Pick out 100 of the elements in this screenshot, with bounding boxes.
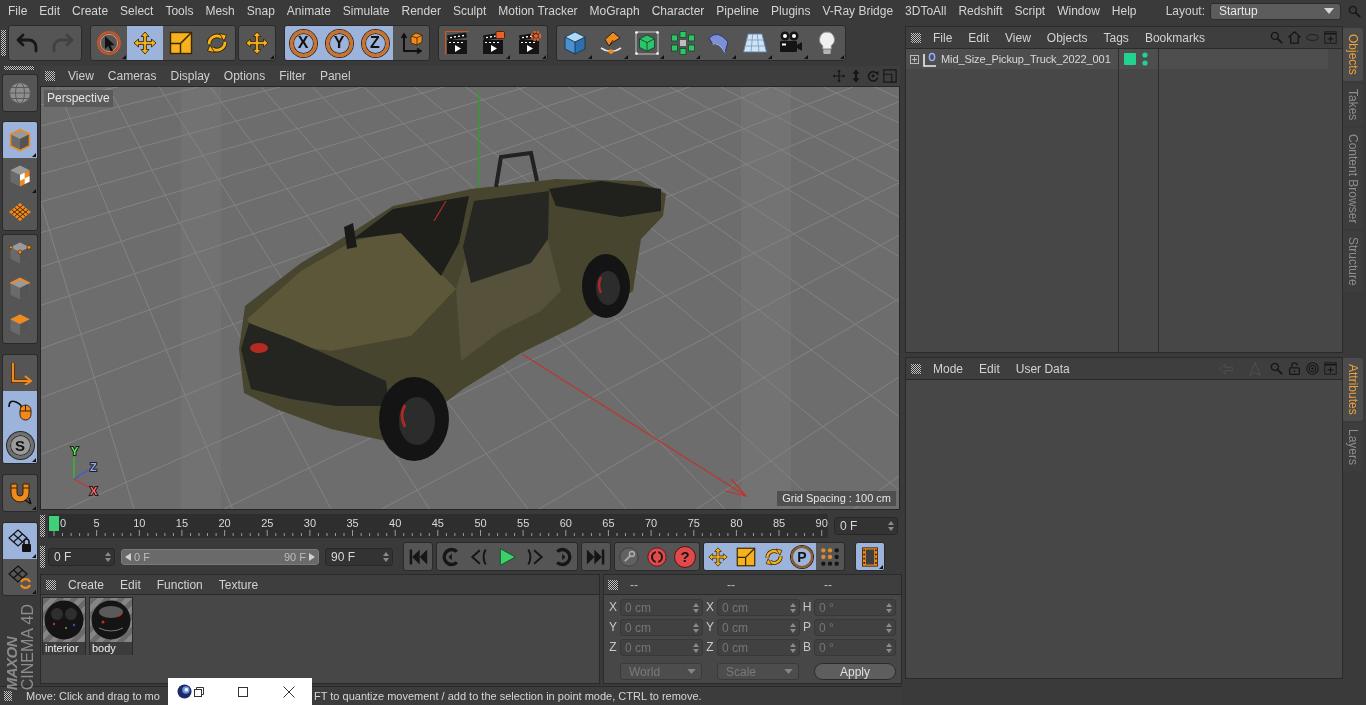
menu-item[interactable]: Cameras	[100, 69, 164, 83]
axis-lock-button[interactable]: Y	[321, 26, 357, 60]
grip-icon[interactable]	[46, 579, 56, 590]
menu-item[interactable]: Help	[1105, 2, 1143, 20]
material-tile[interactable]: interior	[42, 597, 86, 655]
lock-workplane-button[interactable]	[3, 523, 37, 559]
right-arrow-icon[interactable]	[309, 552, 315, 561]
floor-grid-icon[interactable]	[743, 31, 767, 55]
grip-icon[interactable]	[4, 66, 34, 70]
clapperboard-icon[interactable]	[445, 31, 469, 55]
menu-item[interactable]: Mesh	[199, 2, 241, 20]
close-icon[interactable]	[283, 685, 295, 698]
menu-item[interactable]: Simulate	[336, 2, 396, 20]
current-frame-field[interactable]: 0 F	[834, 516, 898, 535]
pen-nib-icon[interactable]	[599, 31, 623, 55]
undo-arrow-icon[interactable]	[15, 31, 39, 55]
material-sphere-icon[interactable]	[44, 600, 84, 640]
visibility-dots-icon[interactable]	[1142, 52, 1148, 66]
menu-item[interactable]: Select	[114, 2, 160, 20]
menu-item[interactable]: Create	[66, 2, 115, 20]
menu-item[interactable]: Edit	[960, 30, 998, 45]
grip-icon[interactable]	[608, 579, 618, 590]
object-name[interactable]: Mid_Size_Pickup_Truck_2022_001	[941, 53, 1111, 65]
menu-item[interactable]: 3DToAll	[899, 2, 953, 20]
cube-outline-icon[interactable]	[8, 128, 32, 152]
side-tab[interactable]: Attributes	[1343, 358, 1363, 421]
magnet-icon[interactable]	[8, 481, 32, 505]
playhead-marker[interactable]	[49, 515, 59, 531]
movie-camera-icon[interactable]	[779, 31, 803, 55]
menu-item[interactable]: User Data	[1007, 361, 1078, 376]
move-arrows-icon[interactable]	[245, 31, 269, 55]
grip-icon[interactable]	[4, 691, 12, 701]
cube-icon[interactable]	[563, 31, 587, 55]
model-mode-button[interactable]	[3, 122, 37, 158]
menu-item[interactable]: Options	[216, 69, 273, 83]
menu-item[interactable]: View	[997, 30, 1039, 45]
checker-cube-icon[interactable]	[8, 164, 32, 188]
menu-item[interactable]: Bookmarks	[1136, 30, 1213, 45]
side-tab[interactable]: Objects	[1343, 28, 1363, 81]
material-tile[interactable]: body	[89, 597, 133, 655]
mouse-icon[interactable]	[8, 397, 32, 421]
menu-item[interactable]: Edit	[112, 577, 149, 592]
menu-item[interactable]: Create	[60, 577, 113, 592]
menu-item[interactable]: Mode	[925, 361, 972, 376]
menu-item[interactable]: Filter	[272, 69, 313, 83]
spin-arrows-icon[interactable]	[383, 551, 389, 562]
layer-swatch-icon[interactable]	[1124, 53, 1136, 65]
key-parameter-button[interactable]: P	[788, 543, 816, 570]
grip-icon[interactable]	[911, 363, 921, 374]
menu-item[interactable]: Tags	[1095, 30, 1137, 45]
menu-item[interactable]: Redshift	[952, 2, 1009, 20]
maximize-icon[interactable]	[238, 686, 248, 697]
layout-dropdown[interactable]: Startup	[1210, 2, 1341, 20]
camera-label[interactable]: Perspective	[44, 90, 113, 107]
menu-item[interactable]: Window	[1051, 2, 1106, 20]
cube-points-icon[interactable]	[8, 241, 32, 265]
tweak-mode-button[interactable]	[3, 391, 37, 427]
app-logo-icon[interactable]	[177, 684, 192, 699]
menu-item[interactable]: V-Ray Bridge	[816, 2, 900, 20]
menu-item[interactable]: Display	[163, 69, 217, 83]
grid-lock-icon[interactable]	[8, 529, 32, 553]
grip-icon[interactable]	[1, 30, 6, 56]
menu-item[interactable]: View	[61, 69, 101, 83]
menu-item[interactable]: File	[925, 30, 961, 45]
menu-item[interactable]: Character	[645, 2, 711, 20]
grip-icon[interactable]	[45, 71, 55, 81]
menu-item[interactable]: File	[2, 2, 34, 20]
menu-item[interactable]: Function	[148, 577, 211, 592]
menu-item[interactable]: Script	[1008, 2, 1052, 20]
menu-item[interactable]: Animate	[280, 2, 337, 20]
grip-icon[interactable]	[40, 545, 45, 568]
spin-arrows-icon[interactable]	[105, 551, 111, 562]
menu-item[interactable]: Render	[395, 2, 447, 20]
menu-item[interactable]: MoGraph	[583, 2, 646, 20]
grid-rotate-icon[interactable]	[8, 565, 32, 589]
move-arrows-icon[interactable]	[133, 31, 157, 55]
menu-item[interactable]: Edit	[971, 361, 1008, 376]
menu-item[interactable]: Texture	[210, 577, 267, 592]
axis-lock-button[interactable]: X	[285, 26, 321, 60]
grip-icon[interactable]	[911, 32, 921, 43]
cube-edges-icon[interactable]	[8, 277, 32, 301]
cursor-ring-icon[interactable]	[97, 31, 121, 55]
left-arrow-icon[interactable]	[125, 552, 131, 561]
bend-shape-icon[interactable]	[707, 31, 731, 55]
end-frame-field[interactable]: 90 F	[325, 547, 393, 566]
expand-icon[interactable]	[910, 54, 919, 64]
timeline-ruler[interactable]: 0 5 10 15 20 25 30 35 40 45 50 55 60 65 70 75 80 85 90	[48, 513, 828, 538]
grid-plane-icon[interactable]	[8, 200, 32, 224]
rotate-arrows-icon[interactable]	[205, 31, 229, 55]
menu-item[interactable]: Edit	[33, 2, 67, 20]
move-tool-button[interactable]	[127, 26, 163, 60]
cube-face-icon[interactable]	[8, 313, 32, 337]
menu-item[interactable]: Snap	[240, 2, 281, 20]
clapperboard-gear-icon[interactable]	[517, 31, 541, 55]
menu-item[interactable]: Plugins	[765, 2, 817, 20]
menu-item[interactable]: Tools	[159, 2, 200, 20]
scale-square-icon[interactable]	[169, 31, 193, 55]
restore-icon[interactable]	[194, 686, 204, 697]
axis-lock-button[interactable]: Z	[357, 26, 393, 60]
menu-item[interactable]: Sculpt	[446, 2, 493, 20]
